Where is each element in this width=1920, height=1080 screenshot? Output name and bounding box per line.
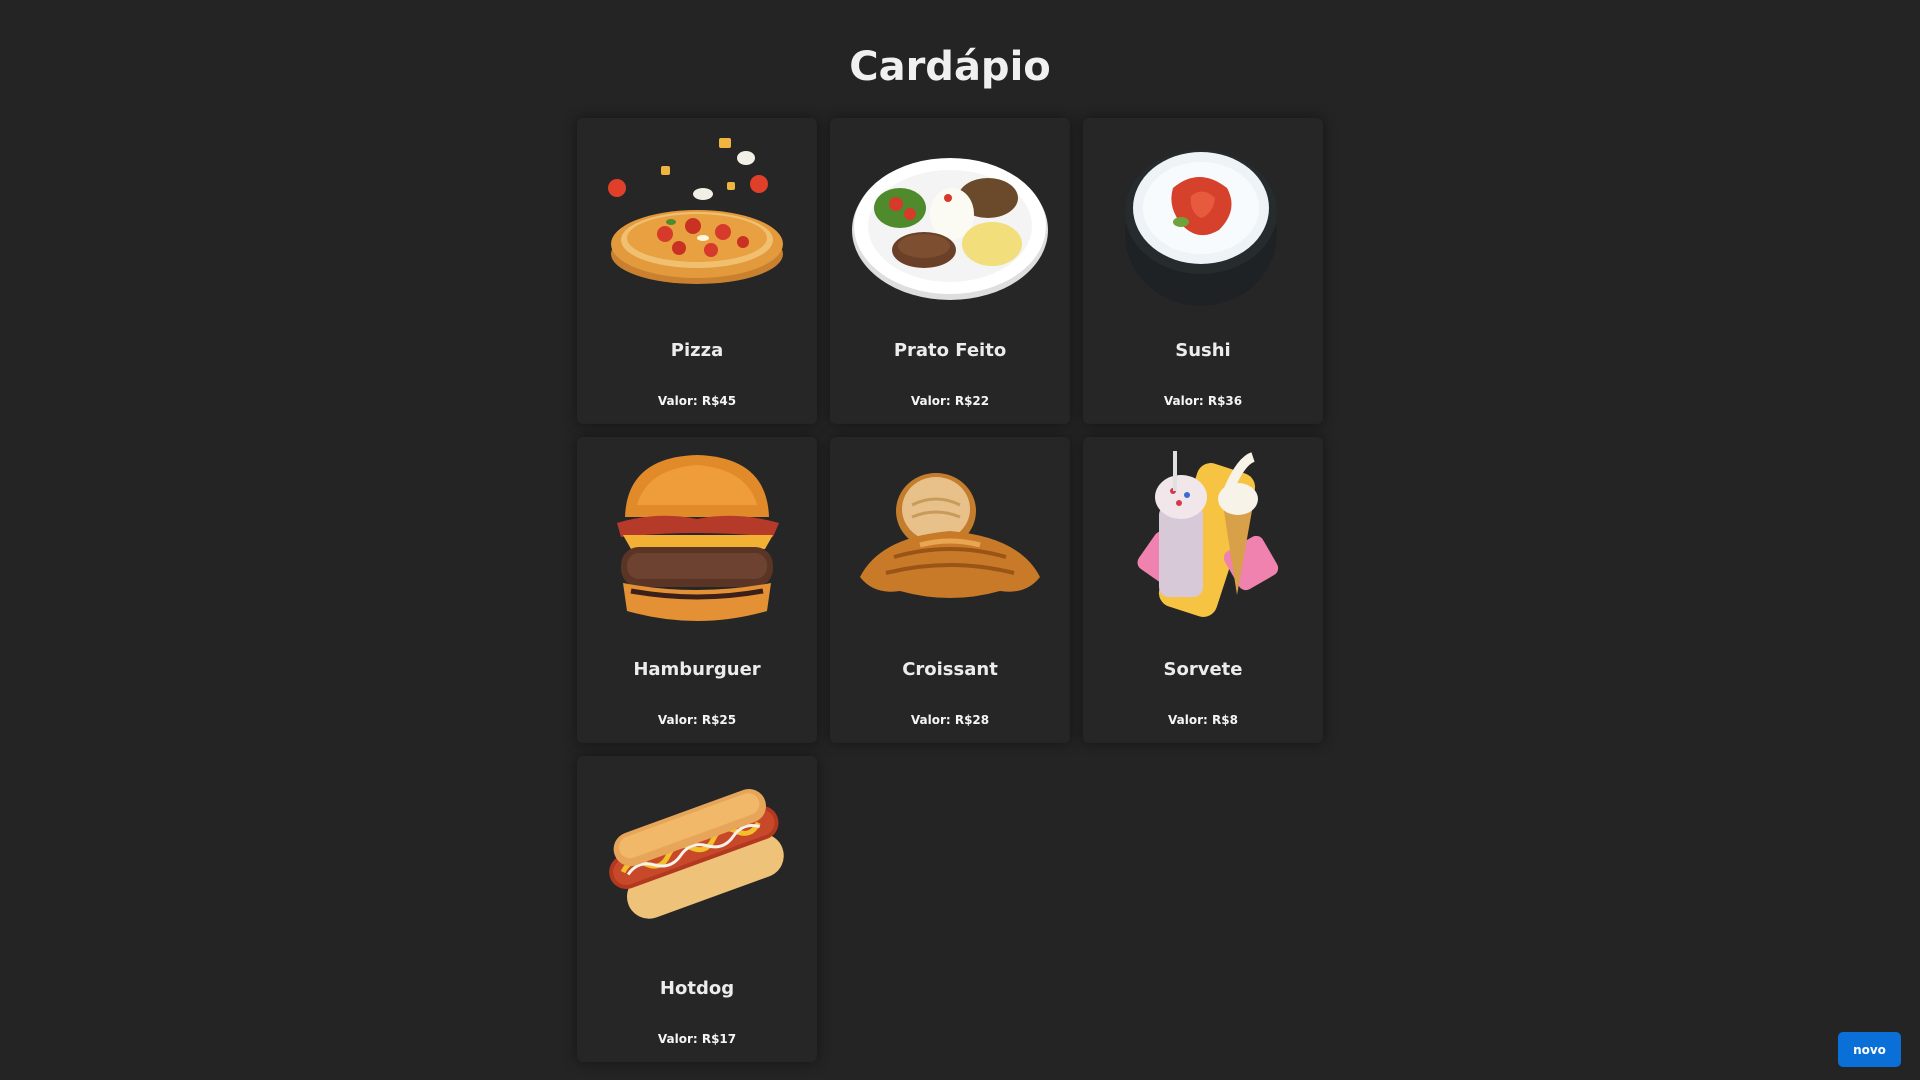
- menu-item-price: Valor: R$25: [657, 713, 737, 727]
- menu-item-name: Croissant: [902, 659, 998, 680]
- menu-item-name: Hotdog: [659, 978, 735, 999]
- page: Cardápio Pizza Valor: R$45 Prato Feito V…: [0, 0, 1920, 1080]
- sushi-image: [1125, 150, 1277, 306]
- menu-card-hamburguer[interactable]: Hamburguer Valor: R$25: [577, 437, 817, 743]
- sorvete-image: [1137, 451, 1279, 617]
- menu-item-price: Valor: R$36: [1163, 394, 1243, 408]
- menu-item-name: Sushi: [1175, 340, 1231, 361]
- menu-card-prato-feito[interactable]: Prato Feito Valor: R$22: [830, 118, 1070, 424]
- menu-item-name: Hamburguer: [633, 659, 761, 680]
- prato-feito-image: [852, 158, 1048, 300]
- menu-item-price: Valor: R$22: [910, 394, 990, 408]
- menu-item-price: Valor: R$45: [657, 394, 737, 408]
- menu-item-price: Valor: R$17: [657, 1032, 737, 1046]
- menu-grid: Pizza Valor: R$45 Prato Feito Valor: R$2…: [577, 118, 1323, 1062]
- page-title: Cardápio: [849, 44, 1051, 90]
- menu-card-sorvete[interactable]: Sorvete Valor: R$8: [1083, 437, 1323, 743]
- menu-card-hotdog[interactable]: Hotdog Valor: R$17: [577, 756, 817, 1062]
- menu-item-price: Valor: R$28: [910, 713, 990, 727]
- new-item-button[interactable]: novo: [1838, 1032, 1901, 1067]
- menu-card-croissant[interactable]: Croissant Valor: R$28: [830, 437, 1070, 743]
- menu-item-price: Valor: R$8: [1168, 713, 1238, 727]
- menu-card-sushi[interactable]: Sushi Valor: R$36: [1083, 118, 1323, 424]
- croissant-image: [860, 473, 1040, 598]
- hotdog-image: [609, 789, 784, 919]
- menu-item-name: Sorvete: [1163, 659, 1243, 680]
- menu-card-pizza[interactable]: Pizza Valor: R$45: [577, 118, 817, 424]
- pizza-image: [608, 138, 783, 284]
- menu-item-name: Prato Feito: [893, 340, 1007, 361]
- menu-item-name: Pizza: [670, 340, 724, 361]
- hamburguer-image: [617, 455, 779, 621]
